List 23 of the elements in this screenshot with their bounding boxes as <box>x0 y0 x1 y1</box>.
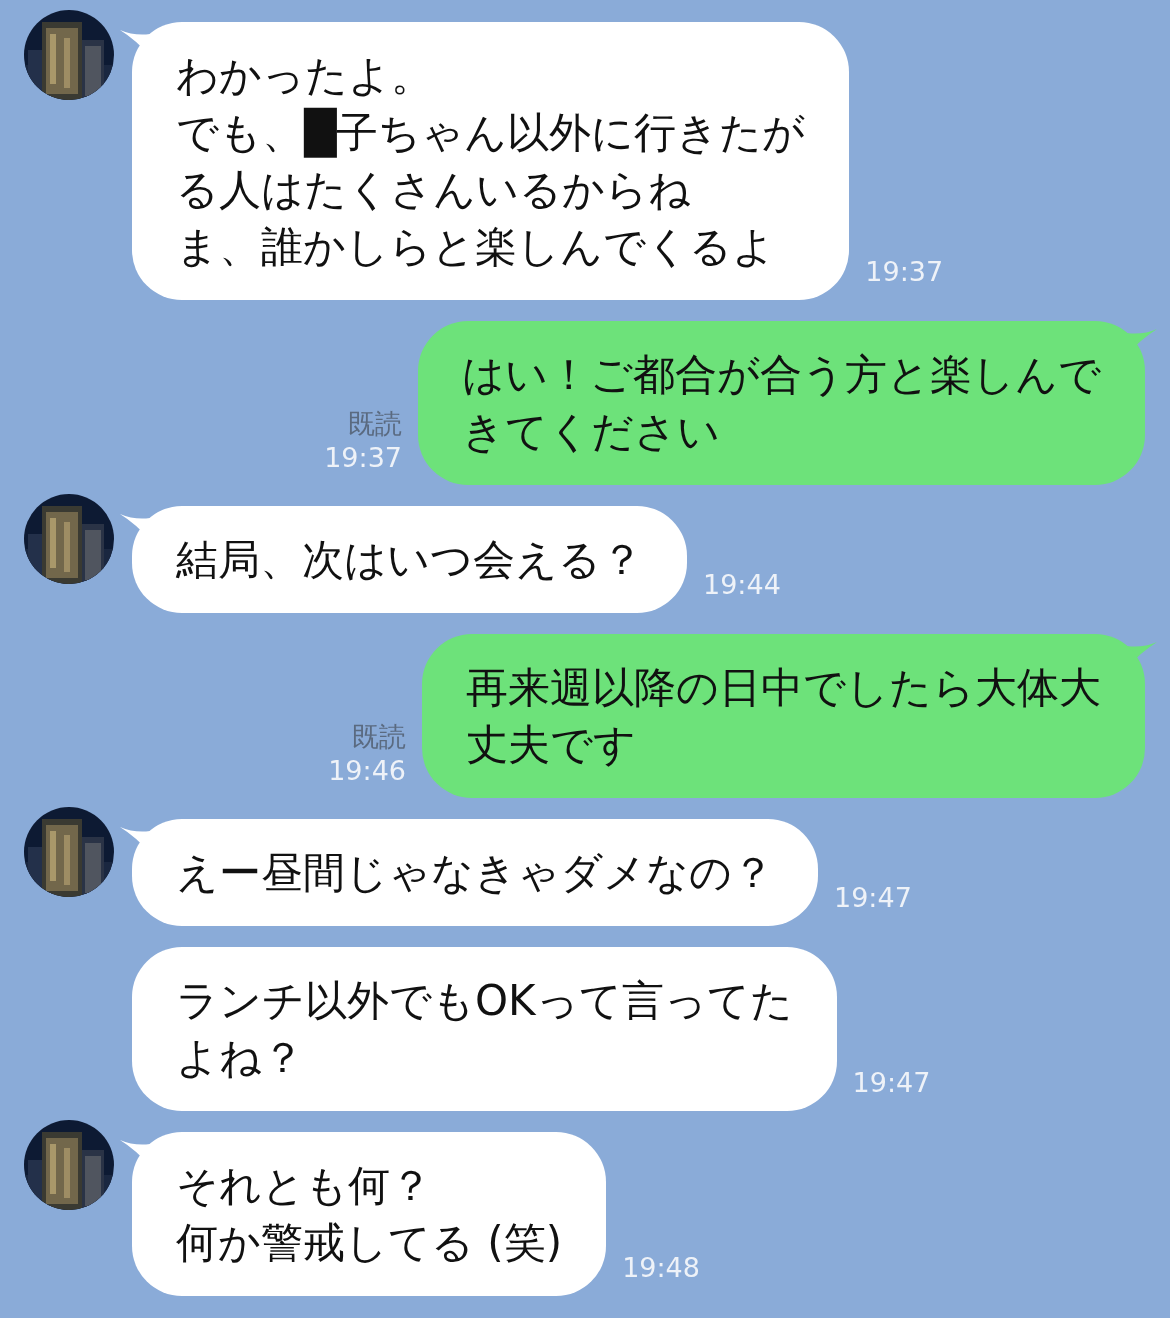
message-line: それとも何？ <box>176 1160 433 1212</box>
read-receipt: 既読 <box>348 407 402 441</box>
message-line: ま、誰かしらと楽しんでくるよ <box>176 221 776 273</box>
message-time: 19:46 <box>328 754 406 788</box>
read-receipt: 既読 <box>352 720 406 754</box>
message-line: る人はたくさんいるからね <box>176 164 692 216</box>
message-time: 19:47 <box>852 1065 931 1100</box>
message-line: ランチ以外でもOKって言ってた <box>176 975 793 1027</box>
message-time: 19:44 <box>703 567 781 602</box>
message-line: きてください <box>462 406 721 458</box>
message-time: 19:47 <box>834 880 912 915</box>
message-line: 何か警戒してる (笑) <box>176 1217 563 1269</box>
message-time: 19:48 <box>622 1250 700 1285</box>
message-time: 19:37 <box>865 254 944 289</box>
message-line: よね？ <box>176 1032 305 1084</box>
message-time: 19:37 <box>324 441 402 475</box>
message-line: わかったよ。 <box>176 50 434 102</box>
message-line: はい！ご都合が合う方と楽しんで <box>462 349 1101 401</box>
message-line: 丈夫です <box>466 719 637 771</box>
message-line: 再来週以降の日中でしたら大体大 <box>466 662 1101 714</box>
message-line: でも、█子ちゃん以外に行きたが <box>176 106 806 160</box>
message-line: 結局、次はいつ会える？ <box>176 534 643 586</box>
message-line: えー昼間じゃなきゃダメなの？ <box>176 847 774 899</box>
